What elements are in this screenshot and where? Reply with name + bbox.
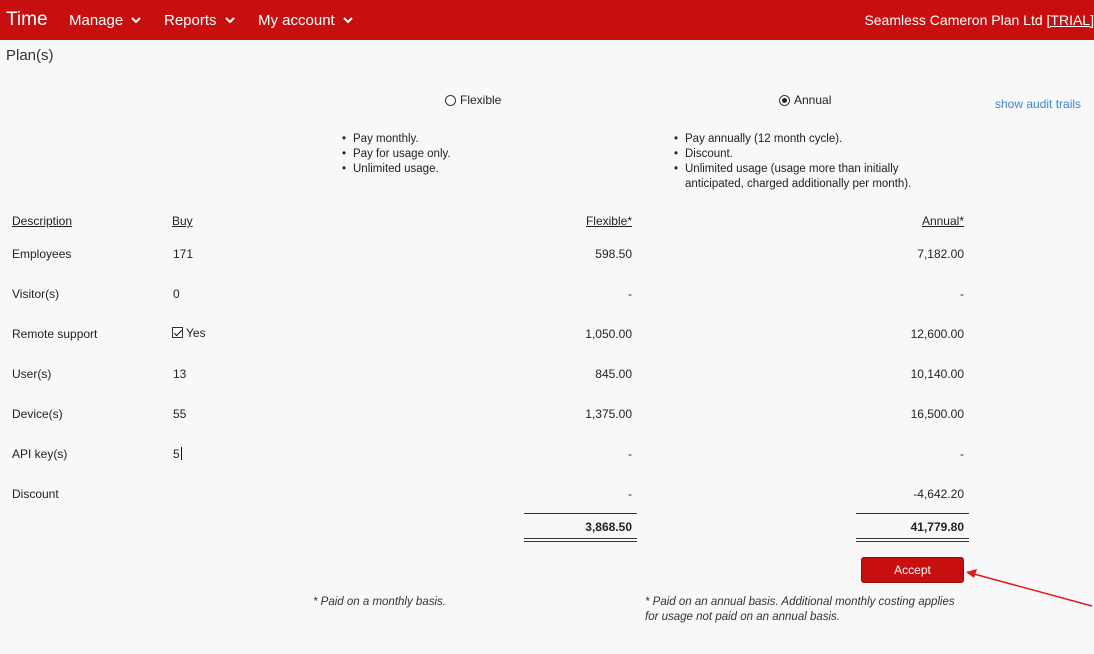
header-description[interactable]: Description [12,214,72,228]
api-keys-value: 5 [173,447,180,461]
nav-reports-label: Reports [164,12,217,29]
row-description: Remote support [12,327,98,341]
company-label: Seamless Cameron Plan Ltd [864,12,1043,28]
chevron-down-icon [131,11,141,28]
annual-discount: -4,642.20 [913,487,964,501]
plan-option-annual[interactable]: Annual [779,93,831,107]
flexible-footnote: * Paid on a monthly basis. [313,596,446,608]
row-description: Device(s) [12,407,63,421]
devices-quantity-input[interactable]: 55 [173,407,186,421]
annual-features-list: Pay annually (12 month cycle). Discount.… [673,132,925,192]
feature-item: Unlimited usage (usage more than initial… [674,162,925,192]
flexible-radio-label: Flexible [460,93,502,107]
top-nav-bar: Time Manage Reports My account Seamless … [0,0,1094,40]
header-flexible[interactable]: Flexible* [512,214,632,228]
annual-total-double-rule [856,538,969,542]
feature-item: Unlimited usage. [342,162,451,177]
annual-price: 10,140.00 [910,367,964,381]
chevron-down-icon [224,11,235,28]
annual-price: 12,600.00 [910,327,964,341]
annual-radio[interactable] [779,94,790,106]
row-description: User(s) [12,367,52,381]
text-cursor [180,447,182,460]
annual-price: 16,500.00 [910,407,964,421]
flexible-price: 1,375.00 [585,407,632,421]
nav-manage[interactable]: Manage [69,12,141,30]
annual-total: 41,779.80 [910,520,964,534]
annual-price: - [960,447,964,461]
trial-link[interactable]: [TRIAL] [1047,12,1094,28]
nav-manage-label: Manage [69,12,124,29]
feature-item: Discount. [674,147,925,162]
nav-my-account[interactable]: My account [258,12,353,30]
flexible-price: - [628,487,632,501]
annual-price: - [960,287,964,301]
remote-support-checkbox-label: Yes [186,326,206,340]
users-quantity-input[interactable]: 13 [173,367,186,381]
flexible-total: 3,868.50 [585,520,632,534]
annual-price: 7,182.00 [917,247,964,261]
company-name: Seamless Cameron Plan Ltd [TRIAL] [864,12,1094,28]
feature-item: Pay monthly. [342,132,451,147]
show-audit-trails-link[interactable]: show audit trails [995,97,1081,111]
annual-radio-label: Annual [794,93,832,107]
flexible-price: 845.00 [595,367,632,381]
row-description: Visitor(s) [12,287,60,301]
row-description: Discount [12,487,59,501]
plan-option-flexible[interactable]: Flexible [445,93,501,107]
flexible-total-double-rule [524,538,637,542]
header-buy[interactable]: Buy [172,214,193,228]
flexible-price: - [628,447,632,461]
flexible-features-list: Pay monthly. Pay for usage only. Unlimit… [341,132,451,177]
flexible-price: 598.50 [595,247,632,261]
row-description: API key(s) [12,447,68,461]
api-keys-quantity-input[interactable]: 5 [173,447,182,461]
accept-button[interactable]: Accept [861,557,964,583]
feature-item: Pay annually (12 month cycle). [674,132,925,147]
remote-support-checkbox[interactable] [172,327,183,338]
remote-support-option[interactable]: Yes [172,326,206,340]
feature-item: Pay for usage only. [342,147,451,162]
annotation-arrow-icon [966,569,1093,607]
page-title: Plan(s) [6,47,54,64]
flexible-total-rule [524,513,637,514]
row-description: Employees [12,247,72,261]
header-annual[interactable]: Annual* [844,214,964,228]
flexible-radio[interactable] [445,94,456,106]
nav-my-account-label: My account [258,12,335,29]
visitors-quantity-input[interactable]: 0 [173,287,180,301]
flexible-price: 1,050.00 [585,327,632,341]
annual-footnote: * Paid on an annual basis. Additional mo… [645,596,955,623]
flexible-price: - [628,287,632,301]
chevron-down-icon [342,11,353,28]
annual-total-rule [856,513,969,514]
nav-reports[interactable]: Reports [164,12,235,30]
app-brand[interactable]: Time [6,9,48,31]
employees-quantity-input[interactable]: 171 [173,247,193,261]
